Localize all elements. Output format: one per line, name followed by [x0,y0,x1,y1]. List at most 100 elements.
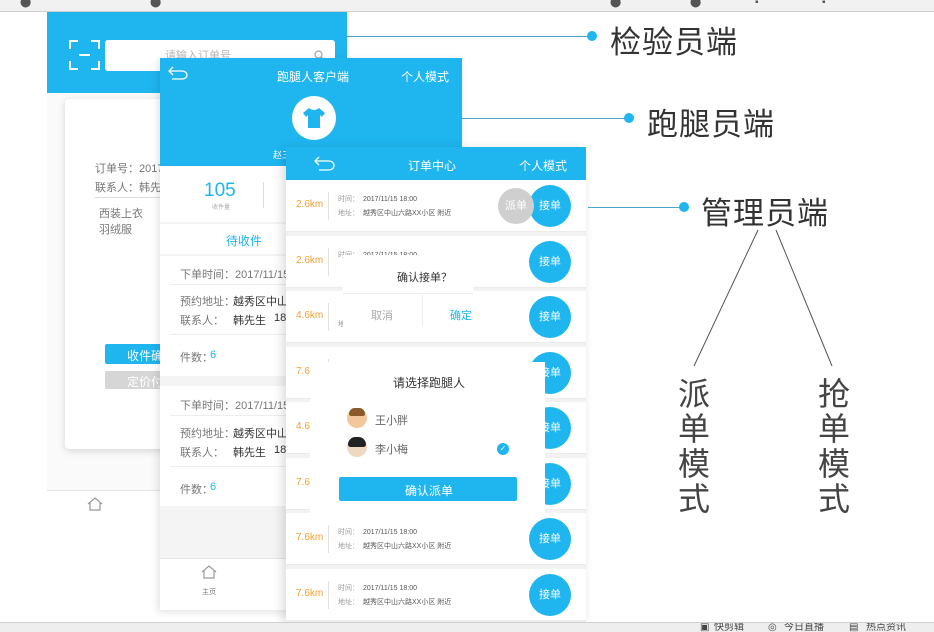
home-icon[interactable] [200,565,218,579]
callout-line [462,118,629,119]
runner-option[interactable]: 李小梅 [375,441,408,457]
pending-tab[interactable]: 待收件 [160,224,300,254]
status-item[interactable]: 热点资讯 [866,623,906,632]
tab-fragment[interactable]: ⬤ [20,0,31,8]
runner-callout: 跑腿员端 [647,107,775,142]
tab-fragment[interactable]: ⬤ [610,0,621,8]
callout-dot [587,31,597,41]
status-item[interactable]: 今日直播 [784,623,824,632]
contact-label: 联系人： [180,315,224,327]
back-icon[interactable] [314,156,336,171]
distance: 7.6 [296,365,310,377]
tab-fragment[interactable]: ⬤ [690,0,701,8]
mode-toggle[interactable]: 个人模式 [401,68,449,85]
distance: 4.6km [296,310,324,321]
distance: 2.6km [296,199,324,210]
stats-card: 105 收件量 [160,166,300,222]
order-number: 订单号：2017 [95,163,164,175]
accept-button[interactable]: 接单 [529,573,571,616]
live-icon[interactable]: ◎ [768,623,777,632]
avatar [347,408,367,428]
order-address: 地址：越秀区中山六路XX小区 附近 [338,210,452,217]
divider [170,334,300,335]
status-item[interactable]: 快剪辑 [714,623,744,632]
divider [170,415,300,416]
accept-button[interactable]: 接单 [529,240,571,283]
divider [422,295,423,327]
distance: 7.6km [296,532,324,543]
tab-fragment[interactable]: ▪ [755,0,759,8]
contact-phone: 18 [274,444,287,456]
accept-button[interactable]: 接单 [529,518,571,560]
divider [170,284,300,285]
branch-lines [693,229,833,367]
callout-dot [679,202,689,212]
stat-label: 收件量 [212,205,231,211]
check-icon[interactable]: ✓ [497,443,509,455]
count-label: 件数： [180,352,213,364]
distance: 2.6km [296,254,324,266]
receive-confirm-label: 收件确 [127,349,164,363]
address-label: 预约地址： [180,296,235,308]
runner-order-card[interactable]: 下单时间：2017/11/15 预约地址： 越秀区中山 联系人： 韩先生 18 … [160,386,300,506]
divider [263,182,264,208]
contact-label: 联系人： [180,447,224,459]
scan-icon[interactable] [69,40,100,70]
clip-icon[interactable]: ▣ [700,623,709,632]
order-time: 时间：2017/11/15 18:00 [338,584,417,592]
grab-mode-label: 抢单模式 [817,376,850,517]
contact-phone: 18 [274,312,287,324]
inspector-callout: 检验员端 [610,25,738,60]
order-time: 下单时间：2017/11/15 [180,400,290,412]
confirm-assign-label: 确认派单 [405,484,454,498]
tab-fragment[interactable]: ⬤ [150,0,161,8]
dialog-title: 请选择跑腿人 [393,376,466,390]
news-icon[interactable]: ▤ [849,623,858,632]
accept-button[interactable]: 接单 [529,296,571,338]
order-row[interactable]: 7.6km 时间： 2017/11/15 18:00 地址： 越秀区中山六路XX小区 附… [286,568,586,621]
stat-value: 105 [204,180,236,201]
avatar[interactable] [292,96,336,140]
distance: 4.6 [296,421,310,432]
tab-fragment[interactable]: ▪ [822,0,826,8]
manager-app-screen: 订单中心 个人模式 2.6km 时间： 2017/11/15 18:00 地址： 越秀区… [286,147,586,622]
address-value: 越秀区中山 [233,296,288,308]
divider [328,247,329,276]
confirm-button[interactable]: 确定 [450,307,472,323]
confirm-accept-dialog: 确认接单？ 取消 确定 [343,255,473,327]
divider [328,580,329,609]
pending-tab-label: 待收件 [226,234,263,248]
callout-dot [624,113,634,123]
order-row[interactable]: 7.6km 时间： 2017/11/15 18:00 地址： 越秀区中山六路XX小区 附… [286,513,586,565]
address-value: 越秀区中山 [233,428,288,440]
order-time: 下单时间：2017/11/15 [180,269,290,281]
order-time: 时间：2017/11/15 18:00 [338,529,417,536]
runner-title: 跑腿人客户端 [277,70,350,84]
distance: 7.6 [296,476,310,488]
order-address: 地址：越秀区中山六路XX小区 附近 [338,543,452,550]
avatar [347,437,367,457]
item-name: 羽绒服 [99,224,132,236]
manager-callout: 管理员端 [701,196,829,231]
count-label: 件数： [180,484,213,496]
contact-value: 韩先生 [233,315,266,327]
mode-toggle[interactable]: 个人模式 [519,157,567,174]
confirm-assign-button[interactable]: 确认派单 [339,477,517,501]
back-icon[interactable] [168,66,188,80]
accept-button[interactable]: 接单 [529,185,571,227]
callout-line [347,36,592,37]
runner-option[interactable]: 王小胖 [375,412,408,428]
distance: 7.6km [296,587,324,599]
assign-button[interactable]: 派单 [498,188,534,224]
assign-mode-label: 派单模式 [677,376,710,517]
callout-line [588,207,684,208]
runner-order-card[interactable]: 下单时间：2017/11/15 预约地址： 越秀区中山 联系人： 韩先生 18 … [160,256,300,376]
order-address: 地址：越秀区中山六路XX小区 附近 [338,598,452,606]
browser-tab-strip: ⬤ ⬤ ⬤ ⬤ ▪ ▪ [0,0,934,12]
divider [328,192,329,220]
manager-title: 订单中心 [408,159,457,173]
order-row[interactable]: 2.6km 时间： 2017/11/15 18:00 地址： 越秀区中山六路XX小区 附… [286,180,586,232]
select-runner-dialog: 请选择跑腿人 王小胖 李小梅 ✓ 确认派单 [310,362,545,517]
home-icon[interactable] [86,497,104,511]
cancel-button[interactable]: 取消 [371,307,393,323]
